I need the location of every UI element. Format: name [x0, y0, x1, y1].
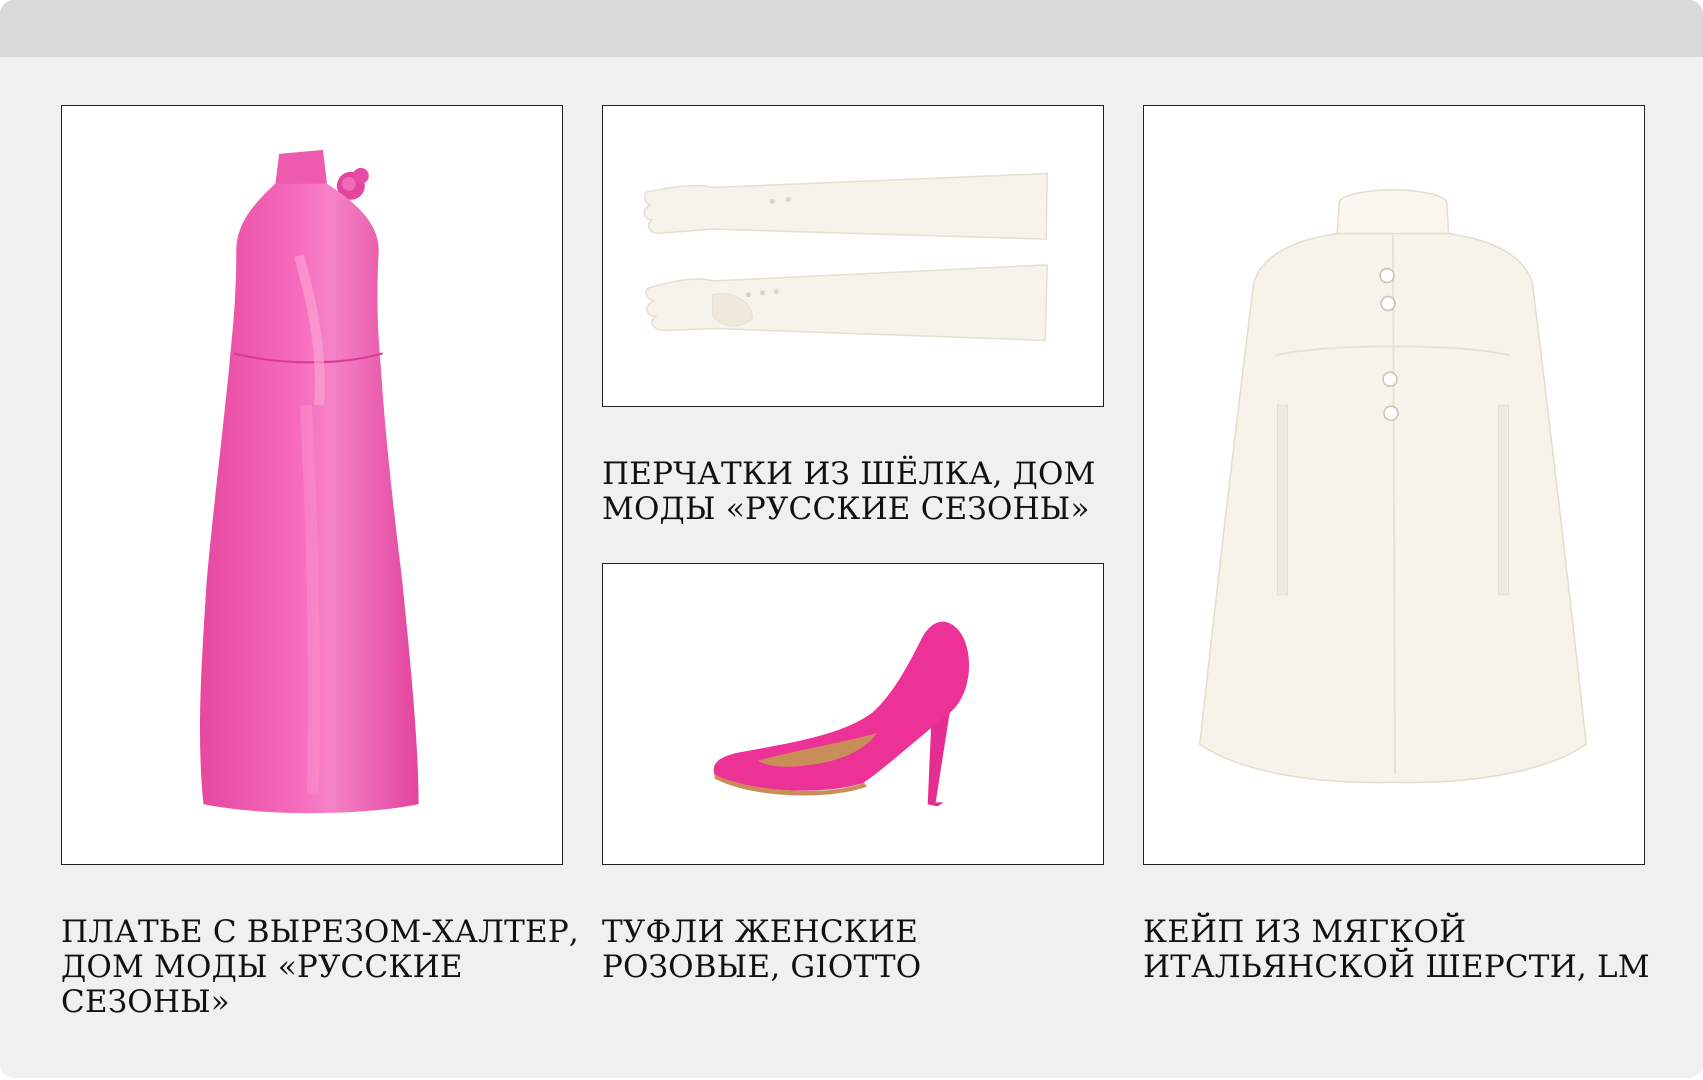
window-top-bar — [0, 0, 1703, 57]
ivory-silk-gloves-image — [643, 172, 1048, 342]
caption-shoes: ТУФЛИ ЖЕНСКИЕ РОЗОВЫЕ, GIOTTO — [602, 914, 922, 985]
caption-gloves: ПЕРЧАТКИ ИЗ ШЁЛКА, ДОМ МОДЫ «РУССКИЕ СЕЗ… — [602, 456, 1096, 527]
product-card-dress[interactable] — [61, 105, 563, 865]
pink-suede-pump-image — [713, 621, 970, 807]
page-frame: ПЛАТЬЕ С ВЫРЕЗОМ-ХАЛТЕР, ДОМ МОДЫ «РУССК… — [0, 0, 1703, 1078]
caption-cape: КЕЙП ИЗ МЯГКОЙ ИТАЛЬЯНСКОЙ ШЕРСТИ, LM — [1143, 914, 1650, 985]
product-card-cape[interactable] — [1143, 105, 1645, 865]
product-card-shoes[interactable] — [602, 563, 1104, 865]
caption-dress: ПЛАТЬЕ С ВЫРЕЗОМ-ХАЛТЕР, ДОМ МОДЫ «РУССК… — [61, 914, 579, 1020]
ivory-wool-cape-image — [1198, 189, 1588, 784]
product-card-gloves[interactable] — [602, 105, 1104, 407]
pink-halter-dress-image — [199, 149, 419, 814]
